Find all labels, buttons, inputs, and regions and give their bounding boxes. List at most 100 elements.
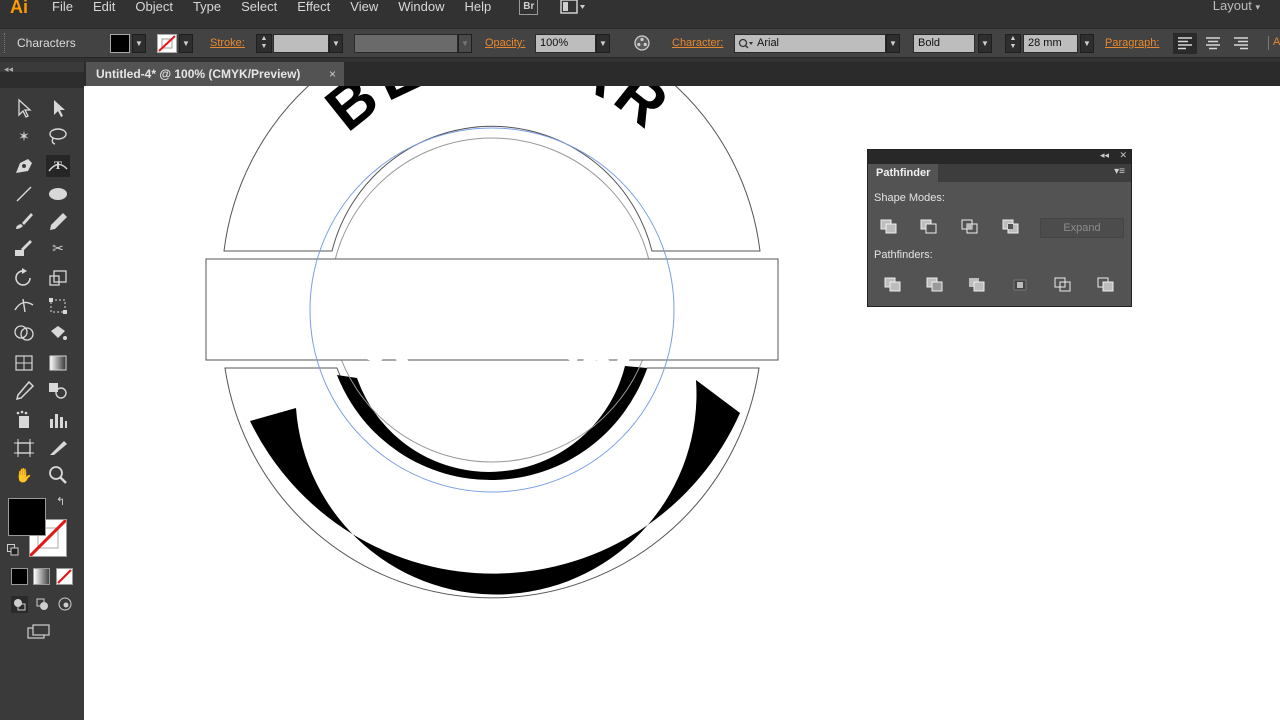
- width-tool-icon[interactable]: [12, 295, 36, 317]
- artboard-tool-icon[interactable]: [12, 437, 36, 459]
- character-label[interactable]: Character:: [672, 37, 723, 49]
- swap-fill-stroke-icon[interactable]: ↰: [56, 495, 65, 508]
- font-style-dropdown[interactable]: ▼: [978, 34, 992, 53]
- none-mode-button[interactable]: [56, 568, 73, 585]
- menu-type[interactable]: Type: [183, 0, 231, 20]
- close-icon[interactable]: ×: [329, 62, 336, 86]
- trim-icon[interactable]: [926, 277, 944, 293]
- opacity-field[interactable]: 100%: [535, 34, 596, 53]
- fill-color-box-front[interactable]: [8, 498, 46, 536]
- blend-tool-icon[interactable]: [46, 379, 70, 401]
- stroke-swatch[interactable]: [157, 34, 177, 53]
- direct-selection-tool-icon[interactable]: [46, 97, 70, 119]
- gradient-mode-button[interactable]: [33, 568, 50, 585]
- perspective-grid-tool-icon[interactable]: [12, 352, 36, 374]
- shape-builder-tool-icon[interactable]: [12, 322, 36, 344]
- fill-dropdown[interactable]: ▼: [132, 34, 146, 53]
- menu-window[interactable]: Window: [388, 0, 454, 20]
- stroke-weight-stepper[interactable]: ▲ ▼: [256, 34, 272, 53]
- scale-tool-icon[interactable]: [46, 267, 70, 289]
- menu-help[interactable]: Help: [454, 0, 501, 20]
- pencil-tool-icon[interactable]: [46, 210, 70, 232]
- font-size-stepper[interactable]: ▲ ▼: [1005, 34, 1021, 53]
- align-left-icon: [1178, 37, 1192, 50]
- expand-button[interactable]: Expand: [1040, 218, 1124, 238]
- default-fill-stroke-icon[interactable]: [7, 544, 19, 556]
- live-paint-bucket-tool-icon[interactable]: [46, 322, 70, 344]
- font-size-dropdown[interactable]: ▼: [1080, 34, 1094, 53]
- paintbrush-tool-icon[interactable]: [12, 210, 36, 232]
- minus-front-icon[interactable]: [920, 219, 938, 235]
- menu-select[interactable]: Select: [231, 0, 287, 20]
- intersect-icon[interactable]: [961, 219, 979, 235]
- gradient-tool-icon[interactable]: [46, 352, 70, 374]
- panel-menu-icon[interactable]: ▾≡: [1114, 166, 1125, 177]
- profile-dropdown[interactable]: ▼: [458, 34, 472, 53]
- ellipse-tool-icon[interactable]: [46, 183, 70, 205]
- opacity-dropdown[interactable]: ▼: [596, 34, 610, 53]
- blob-brush-tool-icon[interactable]: [12, 237, 36, 259]
- bridge-button[interactable]: Br: [519, 0, 539, 15]
- type-on-path-tool-icon[interactable]: T: [46, 155, 70, 177]
- menu-effect[interactable]: Effect: [287, 0, 340, 20]
- draw-behind-icon[interactable]: [34, 596, 51, 613]
- slice-tool-icon[interactable]: [46, 437, 70, 459]
- pathfinder-panel: ◂◂ ✕ Pathfinder ▾≡ Shape Modes: Expand P…: [867, 149, 1132, 307]
- font-family-dropdown[interactable]: ▼: [886, 34, 900, 53]
- document-tab[interactable]: Untitled-4* @ 100% (CMYK/Preview) ×: [86, 62, 344, 86]
- workspace-switcher[interactable]: Layout ▾: [1213, 0, 1260, 13]
- lasso-tool-icon[interactable]: [46, 125, 70, 147]
- menu-object[interactable]: Object: [125, 0, 183, 20]
- stroke-weight-field[interactable]: [273, 34, 329, 53]
- stroke-label[interactable]: Stroke:: [210, 37, 245, 49]
- stroke-weight-dropdown[interactable]: ▼: [329, 34, 343, 53]
- paragraph-label[interactable]: Paragraph:: [1105, 37, 1159, 49]
- control-overflow[interactable]: A: [1268, 36, 1280, 50]
- close-icon[interactable]: ✕: [1119, 150, 1127, 161]
- arrange-documents-icon[interactable]: [560, 0, 586, 15]
- free-transform-tool-icon[interactable]: [46, 295, 70, 317]
- column-graph-tool-icon[interactable]: [46, 409, 70, 431]
- tab-pathfinder[interactable]: Pathfinder: [868, 164, 938, 182]
- scissors-tool-icon[interactable]: ✂: [46, 237, 70, 259]
- document-tab-bar: Untitled-4* @ 100% (CMYK/Preview) ×: [0, 62, 1280, 86]
- rotate-tool-icon[interactable]: [12, 267, 36, 289]
- align-right-button[interactable]: [1229, 33, 1253, 54]
- pen-tool-icon[interactable]: [12, 155, 36, 177]
- screen-mode-icon[interactable]: [26, 623, 54, 641]
- symbol-sprayer-tool-icon[interactable]: [12, 409, 36, 431]
- menu-edit[interactable]: Edit: [83, 0, 125, 20]
- exclude-icon[interactable]: [1002, 219, 1020, 235]
- opacity-label[interactable]: Opacity:: [485, 37, 525, 49]
- menu-bar: Ai File Edit Object Type Select Effect V…: [0, 0, 1280, 20]
- align-center-button[interactable]: [1201, 33, 1225, 54]
- font-style-field[interactable]: Bold: [913, 34, 975, 53]
- eyedropper-tool-icon[interactable]: [12, 379, 36, 401]
- menu-view[interactable]: View: [340, 0, 388, 20]
- collapse-panel-icon[interactable]: ◂◂: [1100, 150, 1109, 161]
- zoom-tool-icon[interactable]: [46, 464, 70, 486]
- crop-icon[interactable]: [1011, 277, 1029, 293]
- stroke-color-dropdown[interactable]: ▼: [179, 34, 193, 53]
- top-arc-band[interactable]: [223, 86, 761, 252]
- color-mode-button[interactable]: [11, 568, 28, 585]
- draw-inside-icon[interactable]: [57, 596, 74, 613]
- font-size-field[interactable]: 28 mm: [1023, 34, 1078, 53]
- magic-wand-tool-icon[interactable]: ✶: [12, 125, 36, 147]
- selection-tool-icon[interactable]: [12, 97, 36, 119]
- menu-file[interactable]: File: [42, 0, 83, 20]
- variable-width-profile[interactable]: [354, 34, 458, 53]
- line-segment-tool-icon[interactable]: [12, 183, 36, 205]
- hand-tool-icon[interactable]: ✋: [12, 464, 36, 486]
- font-family-field[interactable]: Arial: [734, 34, 886, 53]
- draw-normal-icon[interactable]: [11, 596, 28, 613]
- fill-swatch[interactable]: [110, 34, 130, 53]
- recolor-artwork-icon[interactable]: [633, 34, 651, 52]
- document-tab-title: Untitled-4* @ 100% (CMYK/Preview): [96, 67, 301, 81]
- outline-icon[interactable]: [1054, 277, 1072, 293]
- divide-icon[interactable]: [884, 277, 902, 293]
- align-left-button[interactable]: [1173, 33, 1197, 54]
- minus-back-icon[interactable]: [1097, 277, 1115, 293]
- unite-icon[interactable]: [880, 219, 898, 235]
- merge-icon[interactable]: [968, 277, 986, 293]
